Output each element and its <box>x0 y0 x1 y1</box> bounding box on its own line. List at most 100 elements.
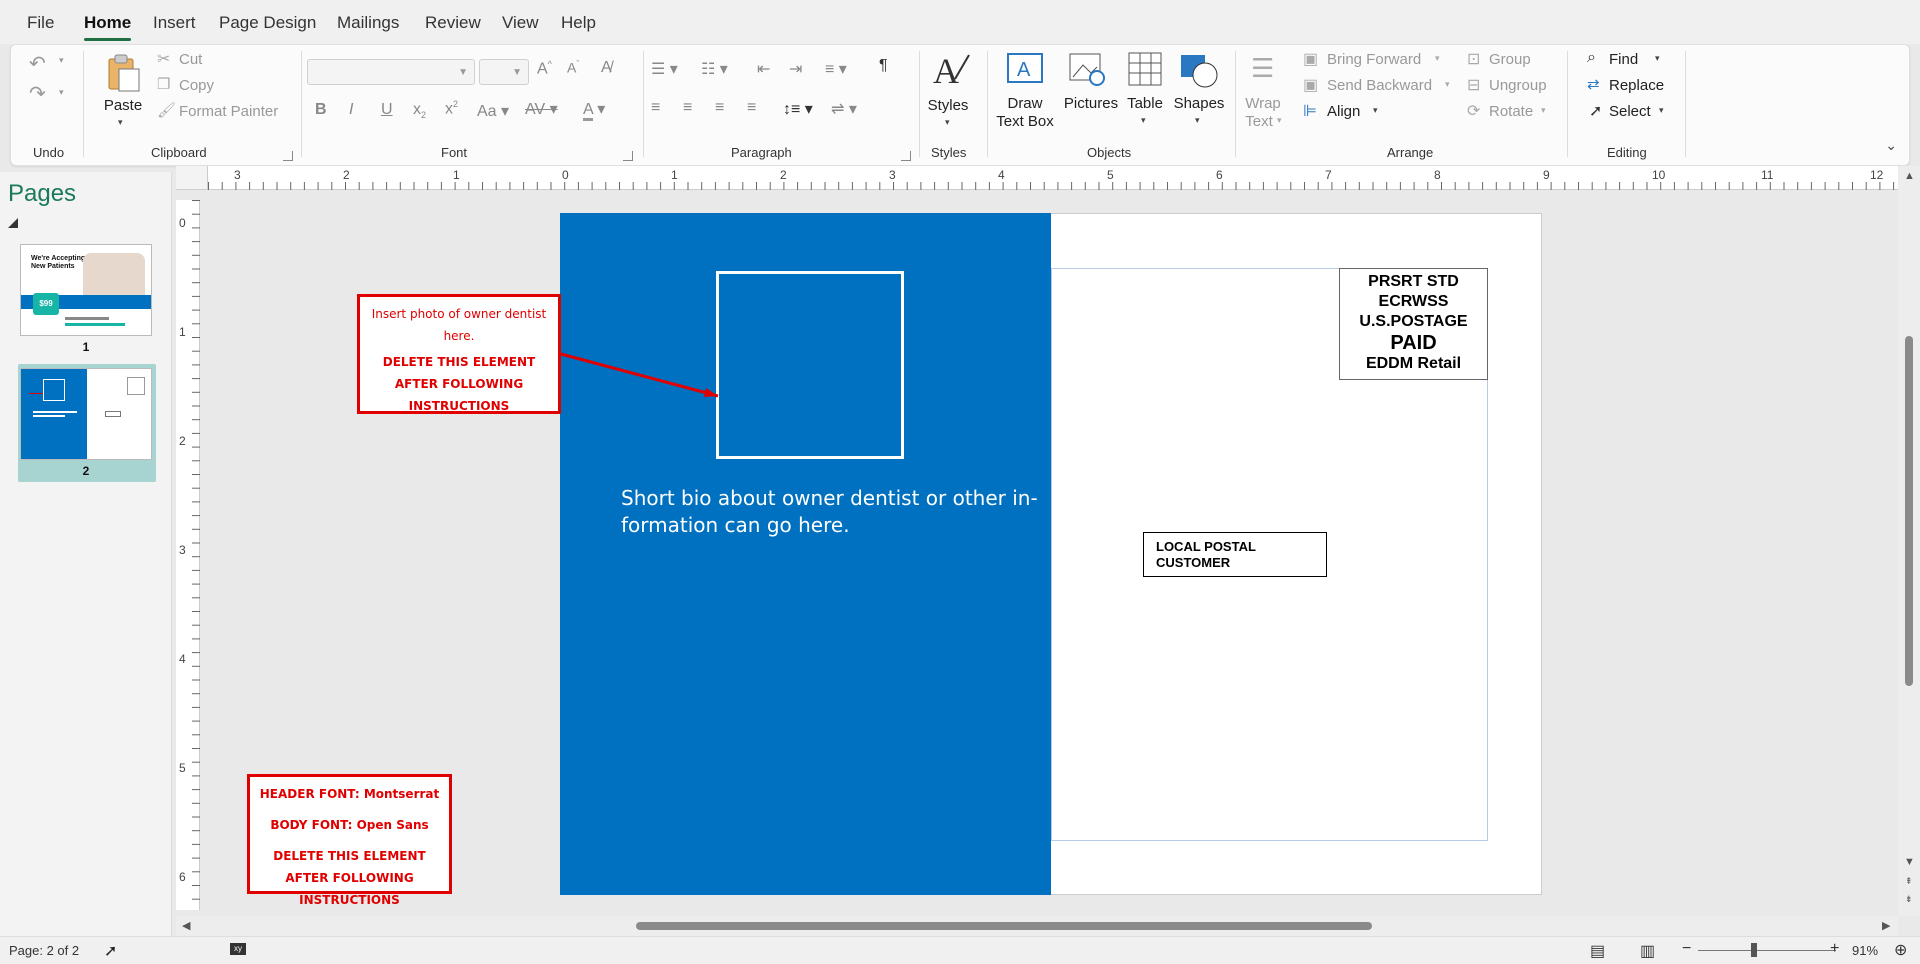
increase-indent-icon[interactable]: ⇥ <box>789 59 802 79</box>
bring-forward-dropdown-icon[interactable]: ▾ <box>1435 53 1440 64</box>
single-page-view-icon[interactable]: ▤ <box>1590 941 1605 961</box>
thumb-text-line <box>65 323 125 326</box>
tab-help[interactable]: Help <box>561 13 596 33</box>
tab-view[interactable]: View <box>502 13 539 33</box>
redo-icon[interactable]: ↷ <box>29 81 46 106</box>
grow-font-icon[interactable]: A^ <box>537 59 552 78</box>
tab-page-design[interactable]: Page Design <box>219 13 316 33</box>
font-color-icon[interactable]: A ▾ <box>583 99 605 121</box>
italic-icon[interactable]: I <box>349 101 353 119</box>
superscript-icon[interactable]: x2 <box>445 99 458 118</box>
columns-icon[interactable]: ≡ ▾ <box>825 59 847 79</box>
select-button[interactable]: Select <box>1609 103 1651 120</box>
tab-home[interactable]: Home <box>84 13 132 41</box>
two-page-view-icon[interactable]: ▥ <box>1640 941 1655 961</box>
page-thumbnail-1[interactable]: We're Accepting New Patients $99 <box>20 244 152 336</box>
copy-button[interactable]: Copy <box>179 77 214 94</box>
scroll-left-icon[interactable]: ◀ <box>182 919 190 932</box>
address-box[interactable]: LOCAL POSTAL CUSTOMER <box>1143 532 1327 577</box>
cut-button[interactable]: Cut <box>179 51 202 68</box>
scroll-right-icon[interactable]: ▶ <box>1882 919 1890 932</box>
zoom-slider-track[interactable] <box>1698 950 1836 951</box>
shrink-font-icon[interactable]: Aˇ <box>567 59 579 76</box>
show-formatting-icon[interactable]: ¶ <box>879 57 888 75</box>
scroll-up-icon[interactable]: ▲ <box>1904 170 1915 182</box>
instruction-note-photo[interactable]: Insert photo of owner dentist here. DELE… <box>357 294 561 414</box>
numbering-icon[interactable]: ☷ ▾ <box>701 59 728 79</box>
editing-group-label: Editing <box>1607 145 1647 160</box>
align-center-icon[interactable]: ≡ <box>683 99 692 117</box>
find-button[interactable]: Find <box>1609 51 1638 68</box>
postage-indicia[interactable]: PRSRT STD ECRWSS U.S.POSTAGE PAID EDDM R… <box>1339 268 1488 380</box>
align-button[interactable]: Align <box>1327 103 1360 120</box>
address-line: LOCAL POSTAL <box>1156 539 1256 554</box>
bullets-icon[interactable]: ☰ ▾ <box>651 59 678 79</box>
status-bar: Page: 2 of 2 ➚ xy ▤ ▥ − + 91% ⊕ <box>0 936 1920 964</box>
paragraph-launcher-icon[interactable] <box>901 151 911 161</box>
line-spacing-icon[interactable]: ↕≡ ▾ <box>783 99 813 119</box>
horizontal-scrollbar[interactable]: ◀ ▶ <box>176 916 1898 936</box>
send-backward-dropdown-icon[interactable]: ▾ <box>1445 79 1450 90</box>
subscript-icon[interactable]: x2 <box>413 101 426 120</box>
styles-group-label: Styles <box>931 145 967 160</box>
horizontal-ruler[interactable]: 3 2 1 0 1 2 3 4 5 6 7 8 9 10 11 12 <box>208 166 1898 190</box>
justify-icon[interactable]: ≡ <box>747 99 756 117</box>
character-spacing-icon[interactable]: AV ▾ <box>525 99 558 119</box>
paragraph-spacing-icon[interactable]: ⇌ ▾ <box>831 99 857 119</box>
vertical-scroll-thumb[interactable] <box>1905 336 1913 686</box>
rotate-button[interactable]: Rotate <box>1489 103 1533 120</box>
format-painter-button[interactable]: Format Painter <box>179 103 278 120</box>
align-right-icon[interactable]: ≡ <box>715 99 724 117</box>
font-launcher-icon[interactable] <box>623 151 633 161</box>
collapse-triangle-icon[interactable] <box>8 218 18 228</box>
fit-page-icon[interactable]: ⊕ <box>1894 940 1907 960</box>
scroll-down-icon[interactable]: ▼ <box>1904 856 1915 868</box>
object-position-icon[interactable]: xy <box>230 943 246 955</box>
align-left-icon[interactable]: ≡ <box>651 99 660 117</box>
select-dropdown-icon[interactable]: ▾ <box>1659 105 1664 116</box>
clear-formatting-icon[interactable]: A̸ <box>601 59 612 77</box>
zoom-level[interactable]: 91% <box>1852 943 1878 958</box>
font-name-combo[interactable]: ▼ <box>307 59 475 85</box>
underline-icon[interactable]: U <box>381 101 393 119</box>
postage-line: PRSRT STD <box>1368 273 1459 290</box>
previous-page-icon[interactable]: ⇞ <box>1905 876 1913 887</box>
zoom-slider-thumb[interactable] <box>1751 943 1757 957</box>
vertical-scrollbar[interactable]: ▲ ▼ ⇞ ⇟ <box>1898 166 1920 916</box>
replace-icon: ⇄ <box>1587 76 1600 93</box>
bold-icon[interactable]: B <box>315 101 327 119</box>
group-button[interactable]: Group <box>1489 51 1531 68</box>
replace-button[interactable]: Replace <box>1609 77 1664 94</box>
undo-dropdown-icon[interactable]: ▾ <box>59 55 64 66</box>
tab-insert[interactable]: Insert <box>153 13 196 33</box>
page-thumbnail-2[interactable] <box>20 368 152 460</box>
ruler-label: 2 <box>179 434 186 448</box>
note-text-delete: DELETE THIS ELEMENT AFTER FOLLOWING INST… <box>273 849 426 907</box>
instruction-note-fonts[interactable]: HEADER FONT: Montserrat BODY FONT: Open … <box>247 774 452 907</box>
rotate-dropdown-icon[interactable]: ▾ <box>1541 105 1546 116</box>
vertical-ruler[interactable]: 0 1 2 3 4 5 6 <box>176 200 200 910</box>
redo-dropdown-icon[interactable]: ▾ <box>59 87 64 98</box>
bring-forward-button[interactable]: Bring Forward <box>1327 51 1421 68</box>
zoom-out-icon[interactable]: − <box>1682 940 1691 958</box>
next-page-icon[interactable]: ⇟ <box>1905 894 1913 905</box>
send-backward-button[interactable]: Send Backward <box>1327 77 1432 94</box>
font-size-combo[interactable]: ▼ <box>479 59 529 85</box>
undo-icon[interactable]: ↶ <box>29 51 46 76</box>
find-dropdown-icon[interactable]: ▾ <box>1655 53 1660 64</box>
change-case-icon[interactable]: Aa ▾ <box>477 101 509 121</box>
tab-review[interactable]: Review <box>425 13 481 33</box>
zoom-in-icon[interactable]: + <box>1830 940 1839 958</box>
clipboard-launcher-icon[interactable] <box>283 151 293 161</box>
tab-mailings[interactable]: Mailings <box>337 13 399 33</box>
horizontal-scroll-thumb[interactable] <box>636 922 1372 930</box>
paste-label: Paste <box>103 97 143 114</box>
page-indicator[interactable]: Page: 2 of 2 <box>9 943 79 958</box>
tab-file[interactable]: File <box>27 13 54 33</box>
photo-placeholder[interactable] <box>716 271 904 459</box>
ungroup-button[interactable]: Ungroup <box>1489 77 1547 94</box>
bio-text-box[interactable]: Short bio about owner dentist or other i… <box>621 485 1041 539</box>
decrease-indent-icon[interactable]: ⇤ <box>757 59 770 79</box>
collapse-ribbon-icon[interactable]: ⌄ <box>1885 137 1897 154</box>
align-dropdown-icon[interactable]: ▾ <box>1373 105 1378 116</box>
